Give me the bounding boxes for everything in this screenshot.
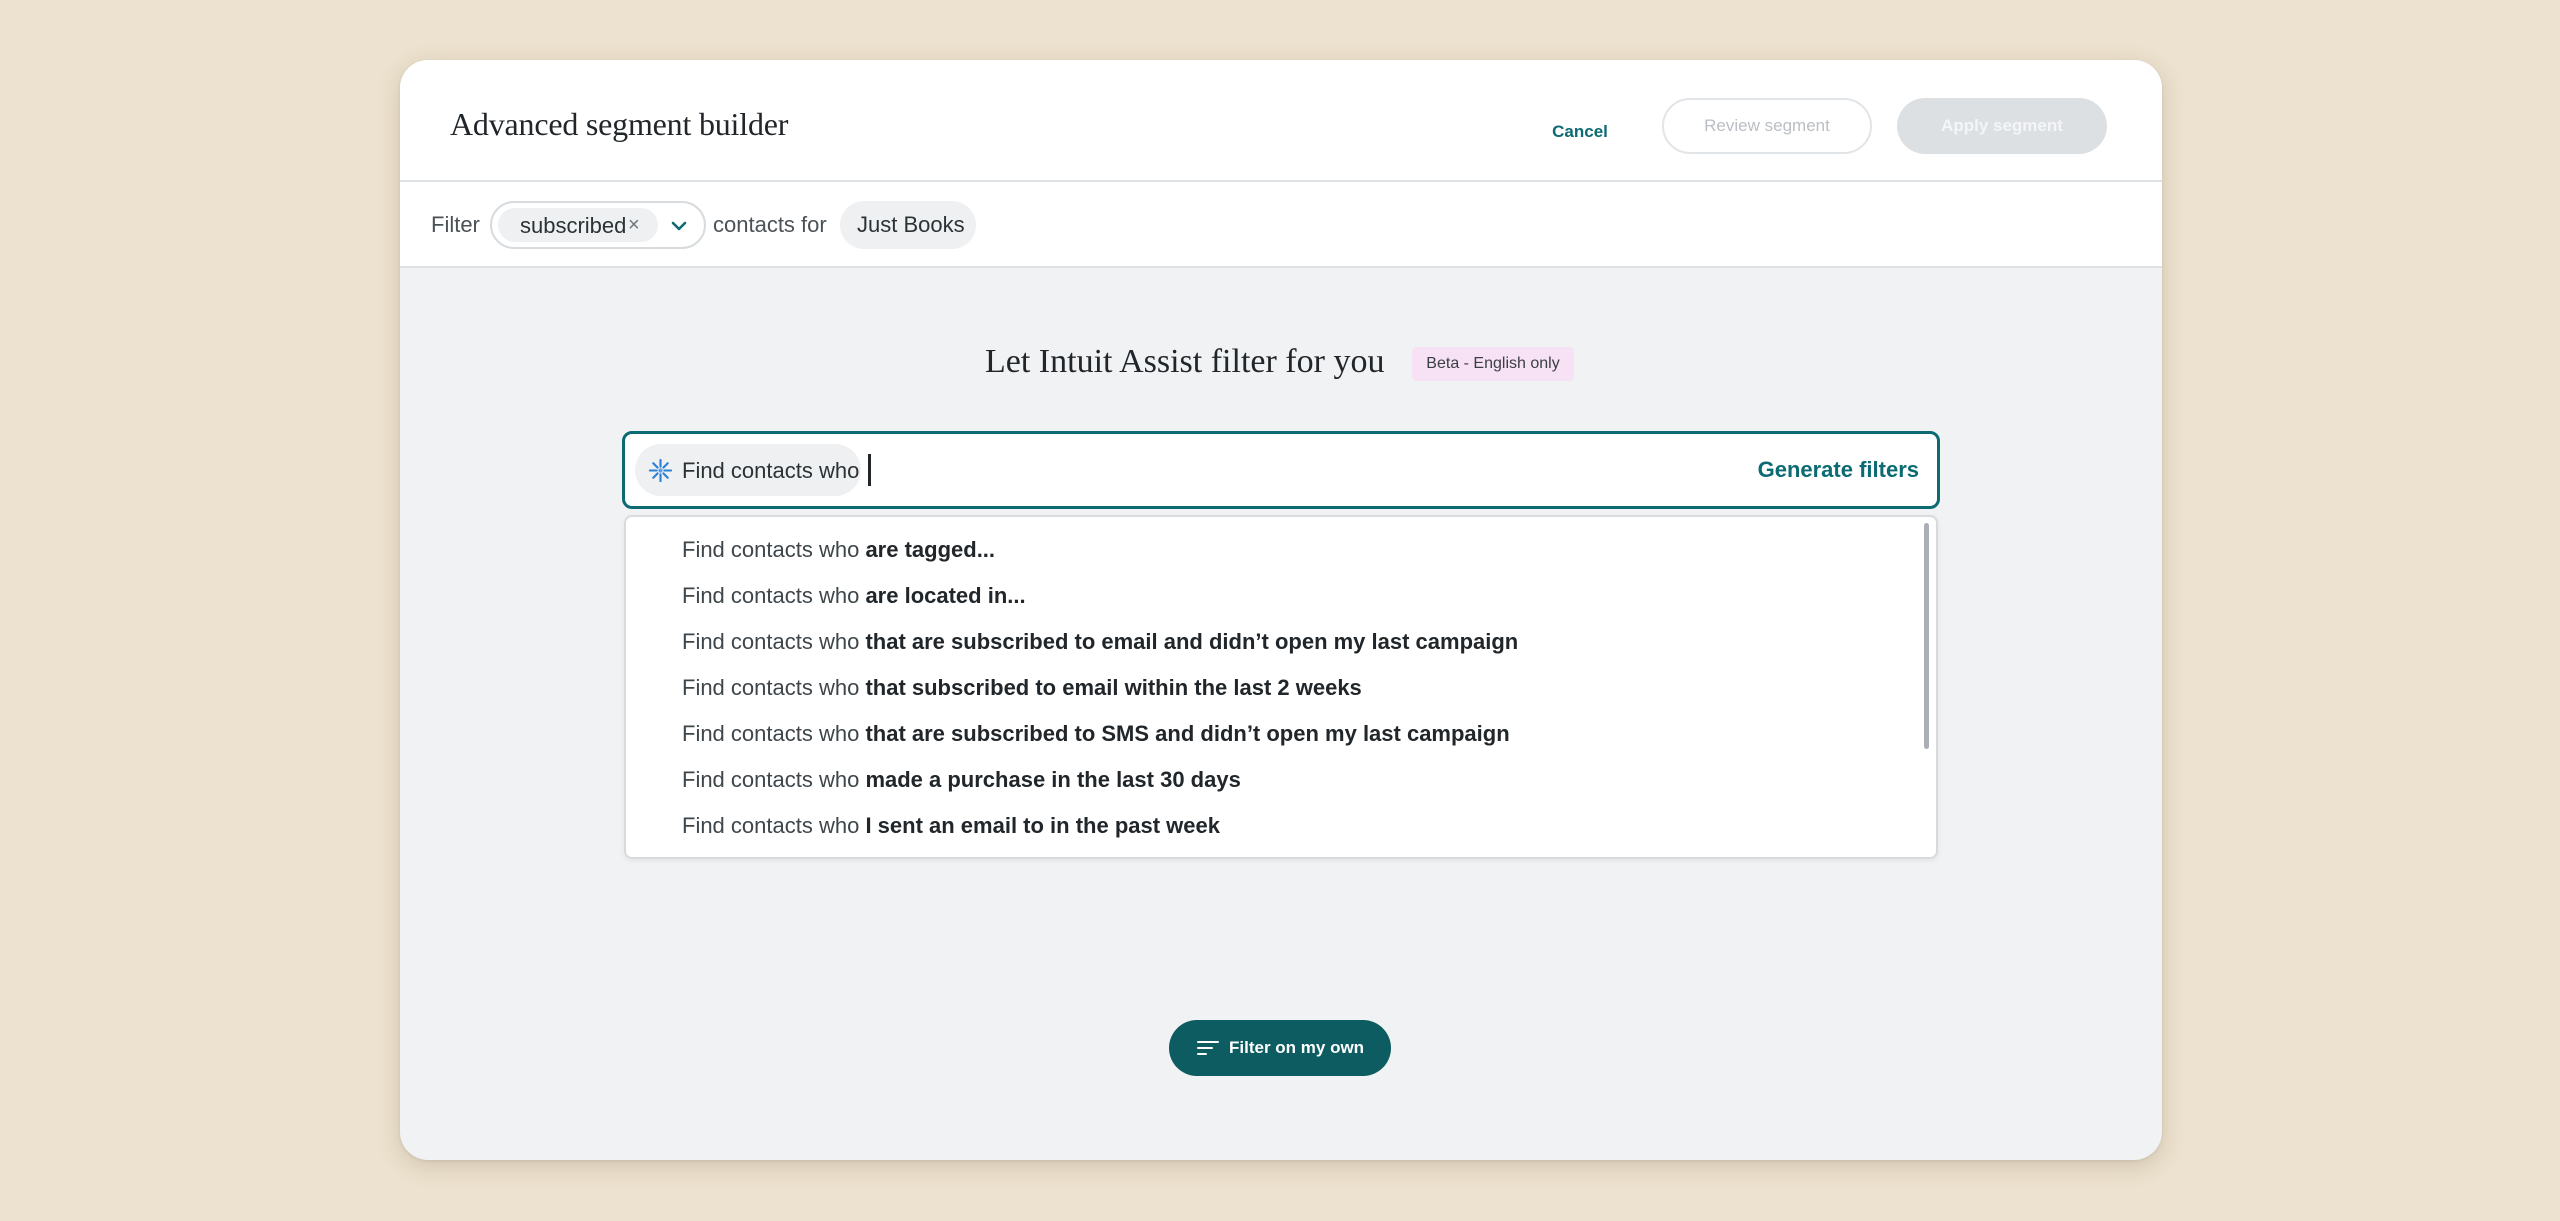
contacts-for-label: contacts for (713, 212, 827, 237)
suggestion-item[interactable]: Find contacts who I sent an email to in … (682, 813, 1220, 839)
status-chip: subscribed × (498, 208, 658, 242)
text-caret (868, 454, 871, 486)
filter-lines-icon (1197, 1041, 1219, 1055)
suggestion-prefix: Find contacts who (682, 675, 866, 700)
beta-badge: Beta - English only (1412, 347, 1574, 381)
suggestion-item[interactable]: Find contacts who that are subscribed to… (682, 721, 1510, 747)
chevron-down-icon[interactable] (668, 215, 690, 237)
suggestions-dropdown: Find contacts who are tagged... Find con… (624, 515, 1938, 859)
prompt-prefix-chip: Find contacts who (635, 444, 861, 496)
suggestion-prefix: Find contacts who (682, 813, 866, 838)
scrollbar-thumb[interactable] (1924, 523, 1929, 749)
filter-on-my-own-label: Filter on my own (1229, 1038, 1365, 1057)
generate-filters-button[interactable]: Generate filters (1731, 444, 1931, 496)
status-chip-label: subscribed (520, 213, 627, 238)
suggestion-item[interactable]: Find contacts who that subscribed to ema… (682, 675, 1362, 701)
suggestion-completion: I sent an email to in the past week (865, 813, 1220, 838)
suggestion-completion: that subscribed to email within the last… (865, 675, 1362, 700)
suggestion-completion: made a purchase in the last 30 days (865, 767, 1241, 792)
suggestion-completion: that are subscribed to SMS and didn’t op… (865, 721, 1510, 746)
filter-bar: Filter subscribed × contacts for Just Bo… (400, 182, 2162, 268)
close-icon[interactable]: × (628, 214, 640, 237)
page-title: Advanced segment builder (450, 106, 789, 142)
suggestion-completion: are tagged... (865, 537, 996, 562)
cancel-button[interactable]: Cancel (1520, 112, 1640, 152)
suggestion-item[interactable]: Find contacts who are located in... (682, 583, 1026, 609)
status-select[interactable]: subscribed × (490, 201, 706, 249)
assist-search-input[interactable]: Find contacts who Generate filters (622, 431, 1940, 509)
prompt-prefix-label: Find contacts who (682, 458, 860, 483)
suggestion-item[interactable]: Find contacts who that are subscribed to… (682, 629, 1518, 655)
segment-builder-modal: Advanced segment builder Cancel Review s… (400, 60, 2162, 1160)
assist-title: Let Intuit Assist filter for you (985, 343, 1385, 380)
suggestion-prefix: Find contacts who (682, 629, 866, 654)
suggestion-item[interactable]: Find contacts who are tagged... (682, 537, 995, 563)
suggestion-item[interactable]: Find contacts who made a purchase in the… (682, 767, 1241, 793)
apply-segment-button[interactable]: Apply segment (1897, 98, 2107, 154)
suggestion-prefix: Find contacts who (682, 583, 866, 608)
filter-label: Filter (431, 212, 480, 237)
sparkle-icon (648, 458, 673, 483)
suggestion-completion: that are subscribed to email and didn’t … (865, 629, 1519, 654)
suggestion-prefix: Find contacts who (682, 537, 866, 562)
suggestion-prefix: Find contacts who (682, 721, 866, 746)
filter-on-my-own-button[interactable]: Filter on my own (1169, 1020, 1391, 1076)
suggestion-prefix: Find contacts who (682, 767, 866, 792)
modal-header: Advanced segment builder Cancel Review s… (400, 60, 2162, 182)
brand-chip-label: Just Books (857, 212, 965, 237)
suggestion-completion: are located in... (865, 583, 1026, 608)
brand-chip[interactable]: Just Books (840, 201, 976, 249)
review-segment-button[interactable]: Review segment (1662, 98, 1872, 154)
